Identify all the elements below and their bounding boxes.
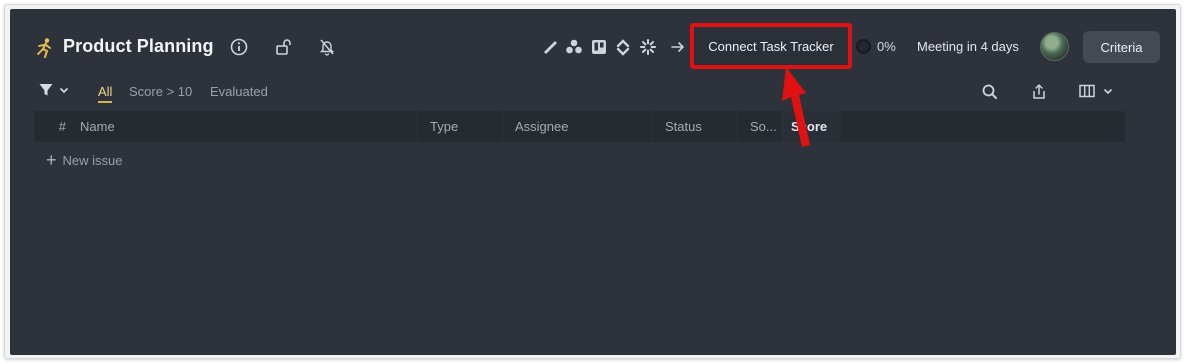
progress-ring-icon	[856, 39, 871, 54]
column-type[interactable]: Type	[418, 111, 503, 142]
column-number[interactable]: #	[34, 111, 72, 142]
connect-task-tracker-button[interactable]: Connect Task Tracker	[690, 23, 852, 69]
plus-icon: +	[46, 150, 57, 170]
asana-icon[interactable]	[565, 38, 583, 56]
page-title: Product Planning	[63, 36, 214, 56]
new-issue-label: New issue	[62, 152, 123, 168]
runner-logo-icon	[34, 37, 56, 59]
progress-indicator: 0%	[856, 39, 896, 54]
meeting-countdown[interactable]: Meeting in 4 days	[917, 39, 1019, 54]
filter-icon	[39, 84, 53, 96]
chevron-down-icon	[1103, 88, 1113, 95]
new-issue-button[interactable]: + New issue	[46, 151, 122, 169]
header: Product Planning Connect Task Tracker 0%…	[10, 9, 1176, 85]
search-icon[interactable]	[980, 82, 1000, 102]
progress-value: 0%	[877, 39, 896, 54]
trello-icon[interactable]	[590, 38, 608, 56]
column-assignee[interactable]: Assignee	[503, 111, 653, 142]
app-window: Product Planning Connect Task Tracker 0%…	[10, 9, 1176, 355]
notifications-off-icon[interactable]	[317, 37, 337, 57]
annotation-arrow-icon	[782, 67, 810, 147]
columns-icon	[1079, 84, 1095, 98]
tab-all[interactable]: All	[98, 84, 113, 103]
sync-icon[interactable]	[614, 38, 632, 56]
table-header: # Name Type Assignee Status So... Score	[34, 111, 1125, 142]
column-status[interactable]: Status	[653, 111, 738, 142]
share-export-icon[interactable]	[1029, 82, 1049, 102]
info-icon[interactable]	[229, 37, 249, 57]
tab-score-gt-10[interactable]: Score > 10	[129, 84, 192, 99]
chevron-down-icon	[59, 87, 69, 94]
filter-button[interactable]	[38, 82, 70, 98]
criteria-button[interactable]: Criteria	[1083, 31, 1160, 63]
unlock-icon[interactable]	[274, 37, 294, 57]
arrow-right-icon	[669, 38, 687, 56]
column-name[interactable]: Name	[72, 111, 418, 142]
columns-menu-button[interactable]	[1078, 82, 1114, 100]
avatar[interactable]	[1040, 32, 1069, 61]
tab-evaluated[interactable]: Evaluated	[210, 84, 268, 99]
jira-icon[interactable]	[540, 38, 558, 56]
gear-cluster-icon[interactable]	[639, 38, 657, 56]
